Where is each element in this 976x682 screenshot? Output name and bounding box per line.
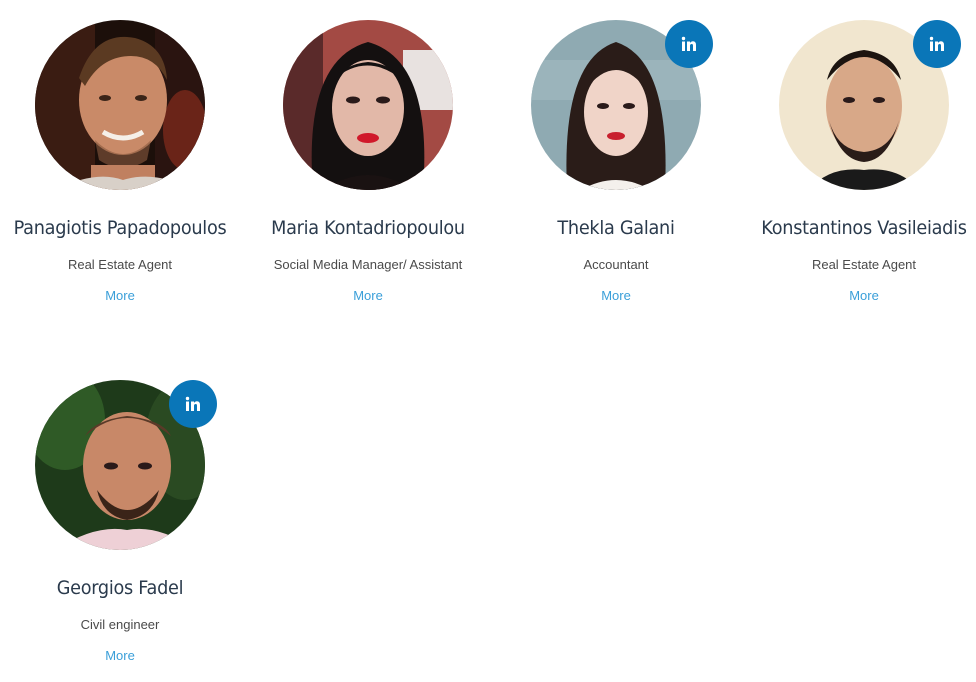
more-link[interactable]: More	[105, 287, 135, 305]
linkedin-icon	[185, 396, 200, 411]
team-grid: Panagiotis Papadopoulos Real Estate Agen…	[0, 0, 976, 682]
team-member-card: Panagiotis Papadopoulos Real Estate Agen…	[0, 20, 244, 305]
more-link[interactable]: More	[353, 287, 383, 305]
member-name: Maria Kontadriopoulou	[271, 217, 465, 239]
photo-wrap	[531, 20, 713, 190]
linkedin-button[interactable]	[665, 20, 713, 68]
member-role: Real Estate Agent	[811, 257, 917, 272]
photo-wrap	[779, 20, 961, 190]
linkedin-icon	[929, 36, 944, 51]
more-link[interactable]: More	[105, 647, 135, 665]
team-member-card: Thekla Galani Accountant More	[492, 20, 740, 305]
linkedin-icon	[681, 36, 696, 51]
photo-wrap	[35, 380, 217, 550]
member-name: Georgios Fadel	[56, 577, 184, 599]
avatar-panagiotis	[35, 20, 205, 190]
member-role: Social Media Manager/ Assistant	[273, 257, 463, 272]
more-link[interactable]: More	[849, 287, 879, 305]
member-name: Konstantinos Vasileiadis	[761, 217, 967, 239]
photo-wrap	[35, 20, 205, 190]
linkedin-button[interactable]	[913, 20, 961, 68]
photo-wrap	[283, 20, 453, 190]
linkedin-button[interactable]	[169, 380, 217, 428]
avatar-maria	[283, 20, 453, 190]
member-role: Accountant	[583, 257, 649, 272]
team-member-card: Maria Kontadriopoulou Social Media Manag…	[244, 20, 492, 305]
member-role: Civil engineer	[80, 617, 160, 632]
team-member-card: Konstantinos Vasileiadis Real Estate Age…	[740, 20, 976, 305]
member-role: Real Estate Agent	[67, 257, 173, 272]
member-name: Thekla Galani	[557, 217, 675, 239]
team-member-card: Georgios Fadel Civil engineer More	[0, 380, 244, 665]
more-link[interactable]: More	[601, 287, 631, 305]
member-name: Panagiotis Papadopoulos	[13, 217, 227, 239]
